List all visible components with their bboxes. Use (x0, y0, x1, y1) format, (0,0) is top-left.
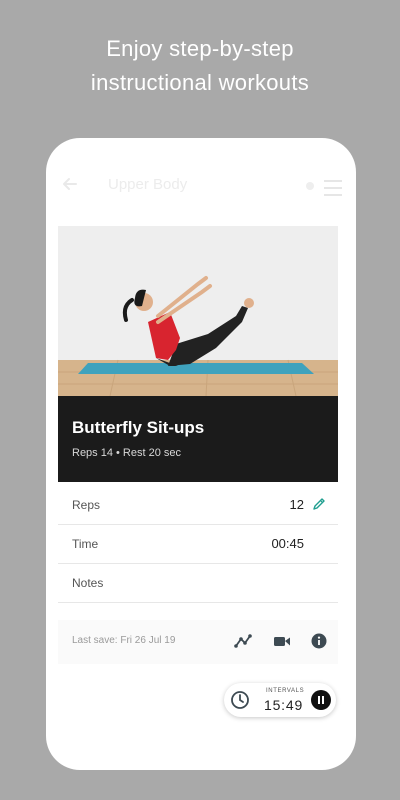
exercise-summary: Reps 14 • Rest 20 sec (72, 447, 182, 459)
time-row[interactable]: Time 00:45 (58, 525, 338, 564)
clock-icon (231, 691, 249, 709)
intervals-label: INTERVALS (266, 688, 305, 694)
exercise-photo (58, 226, 338, 396)
info-icon[interactable] (310, 632, 328, 650)
notes-label: Notes (72, 576, 104, 590)
pause-icon[interactable] (311, 690, 331, 710)
reps-row[interactable]: Reps 12 (58, 486, 338, 525)
reps-label: Reps (72, 498, 101, 512)
exercise-image (58, 226, 338, 396)
phone-screen: Upper Body Butterfly Sit-ups Reps 14 • R… (46, 138, 356, 770)
time-value[interactable]: 00:45 (271, 536, 304, 551)
workout-footer: Last save: Fri 26 Jul 19 (58, 620, 338, 664)
reps-value[interactable]: 12 (290, 497, 304, 512)
interval-time: 15:49 (264, 697, 304, 713)
edit-pencil-icon[interactable] (312, 497, 326, 511)
promo-headline-line2: instructional workouts (90, 70, 310, 95)
exercise-name: Butterfly Sit-ups (72, 418, 205, 437)
promo-headline: Enjoy step-by-step instructional workout… (0, 32, 400, 100)
last-save-text: Last save: Fri 26 Jul 19 (72, 635, 176, 646)
promo-headline-line1: Enjoy step-by-step (106, 36, 294, 61)
chart-icon[interactable] (234, 632, 252, 650)
status-dot (306, 182, 314, 190)
exercise-info: Butterfly Sit-ups Reps 14 • Rest 20 sec (58, 396, 338, 482)
menu-icon[interactable] (324, 180, 342, 196)
video-icon[interactable] (273, 632, 291, 650)
interval-timer[interactable]: INTERVALS 15:49 (224, 683, 336, 717)
arrow-back-icon[interactable] (60, 174, 80, 194)
time-label: Time (72, 537, 99, 551)
app-bar: Upper Body (46, 166, 356, 206)
screen-title: Upper Body (108, 176, 188, 193)
notes-row[interactable]: Notes (58, 564, 338, 603)
